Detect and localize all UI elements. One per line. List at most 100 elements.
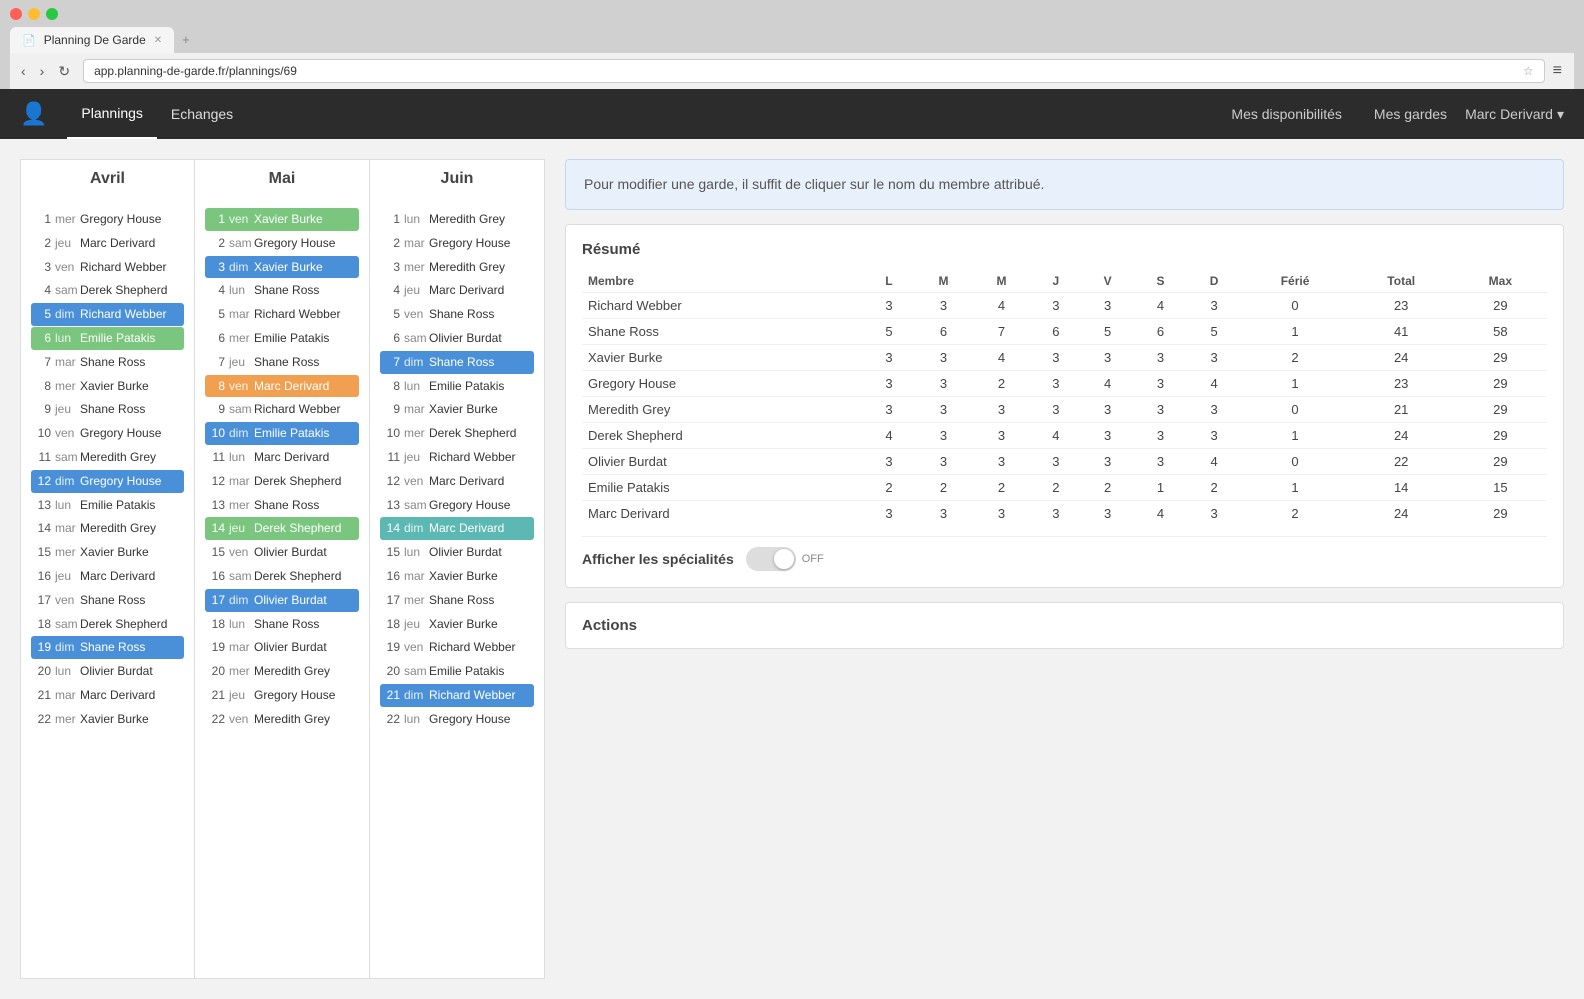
calendar-row[interactable]: 1 mer Gregory House — [31, 208, 184, 231]
calendar-row[interactable]: 5 mar Richard Webber — [205, 303, 359, 326]
calendar-row[interactable]: 7 mar Shane Ross — [31, 351, 184, 374]
table-row[interactable]: Xavier Burke 3 3 4 3 3 3 3 2 24 29 — [582, 345, 1547, 371]
calendar-row[interactable]: 20 sam Emilie Patakis — [380, 660, 534, 683]
calendar-row[interactable]: 19 mar Olivier Burdat — [205, 636, 359, 659]
calendar-row[interactable]: 21 dim Richard Webber — [380, 684, 534, 707]
calendar-row[interactable]: 17 dim Olivier Burdat — [205, 589, 359, 612]
calendar-row[interactable]: 13 sam Gregory House — [380, 494, 534, 517]
calendar-row[interactable]: 8 mer Xavier Burke — [31, 375, 184, 398]
close-button[interactable] — [10, 8, 22, 20]
calendar-row[interactable]: 5 ven Shane Ross — [380, 303, 534, 326]
calendar-row[interactable]: 6 sam Olivier Burdat — [380, 327, 534, 350]
calendar-row[interactable]: 14 jeu Derek Shepherd — [205, 517, 359, 540]
calendar-row[interactable]: 19 ven Richard Webber — [380, 636, 534, 659]
calendar-row[interactable]: 15 lun Olivier Burdat — [380, 541, 534, 564]
user-menu-dropdown[interactable]: Marc Derivard ▾ — [1465, 106, 1564, 123]
calendar-row[interactable]: 12 mar Derek Shepherd — [205, 470, 359, 493]
calendar-row[interactable]: 18 lun Shane Ross — [205, 613, 359, 636]
calendar-row[interactable]: 18 sam Derek Shepherd — [31, 613, 184, 636]
calendar-row[interactable]: 19 dim Shane Ross — [31, 636, 184, 659]
calendar-row[interactable]: 21 mar Marc Derivard — [31, 684, 184, 707]
bookmark-icon[interactable]: ☆ — [1523, 64, 1534, 78]
calendar-row[interactable]: 17 ven Shane Ross — [31, 589, 184, 612]
calendar-row[interactable]: 13 mer Shane Ross — [205, 494, 359, 517]
table-row[interactable]: Olivier Burdat 3 3 3 3 3 3 4 0 22 29 — [582, 449, 1547, 475]
calendar-row[interactable]: 18 jeu Xavier Burke — [380, 613, 534, 636]
reload-button[interactable]: ↻ — [53, 61, 75, 82]
calendar-row[interactable]: 7 dim Shane Ross — [380, 351, 534, 374]
calendar-row[interactable]: 16 sam Derek Shepherd — [205, 565, 359, 588]
table-row[interactable]: Derek Shepherd 4 3 3 4 3 3 3 1 24 29 — [582, 423, 1547, 449]
calendar-row[interactable]: 15 mer Xavier Burke — [31, 541, 184, 564]
calendar-row[interactable]: 6 mer Emilie Patakis — [205, 327, 359, 350]
cal-day-num: 12 — [382, 473, 400, 490]
calendar-row[interactable]: 8 lun Emilie Patakis — [380, 375, 534, 398]
calendar-row[interactable]: 9 sam Richard Webber — [205, 398, 359, 421]
cal-day-abbr: mer — [404, 259, 429, 276]
calendar-row[interactable]: 8 ven Marc Derivard — [205, 375, 359, 398]
calendar-row[interactable]: 2 mar Gregory House — [380, 232, 534, 255]
back-button[interactable]: ‹ — [16, 61, 31, 81]
calendar-row[interactable]: 2 sam Gregory House — [205, 232, 359, 255]
calendar-row[interactable]: 6 lun Emilie Patakis — [31, 327, 184, 350]
calendar-row[interactable]: 3 mer Meredith Grey — [380, 256, 534, 279]
calendar-row[interactable]: 1 lun Meredith Grey — [380, 208, 534, 231]
calendar-row[interactable]: 4 sam Derek Shepherd — [31, 279, 184, 302]
calendar-row[interactable]: 4 lun Shane Ross — [205, 279, 359, 302]
nav-plannings[interactable]: Plannings — [67, 89, 157, 139]
J-cell: 2 — [1031, 475, 1082, 501]
tab-close-button[interactable]: ✕ — [154, 35, 162, 46]
calendar-row[interactable]: 20 lun Olivier Burdat — [31, 660, 184, 683]
table-row[interactable]: Marc Derivard 3 3 3 3 3 4 3 2 24 29 — [582, 501, 1547, 527]
calendar-row[interactable]: 22 mer Xavier Burke — [31, 708, 184, 731]
calendar-row[interactable]: 21 jeu Gregory House — [205, 684, 359, 707]
calendar-row[interactable]: 5 dim Richard Webber — [31, 303, 184, 326]
calendar-row[interactable]: 9 jeu Shane Ross — [31, 398, 184, 421]
calendar-row[interactable]: 4 jeu Marc Derivard — [380, 279, 534, 302]
active-tab[interactable]: 📄 Planning De Garde ✕ — [10, 27, 174, 53]
calendar-row[interactable]: 11 jeu Richard Webber — [380, 446, 534, 469]
maximize-button[interactable] — [46, 8, 58, 20]
calendar-row[interactable]: 11 lun Marc Derivard — [205, 446, 359, 469]
url-input[interactable]: app.planning-de-garde.fr/plannings/69 ☆ — [83, 59, 1545, 83]
D-cell: 4 — [1187, 371, 1242, 397]
calendar-row[interactable]: 3 ven Richard Webber — [31, 256, 184, 279]
nav-mes-gardes[interactable]: Mes gardes — [1360, 90, 1461, 138]
minimize-button[interactable] — [28, 8, 40, 20]
calendar-row[interactable]: 17 mer Shane Ross — [380, 589, 534, 612]
nav-mes-dispo[interactable]: Mes disponibilités — [1217, 90, 1356, 138]
forward-button[interactable]: › — [35, 61, 50, 81]
calendar-row[interactable]: 10 dim Emilie Patakis — [205, 422, 359, 445]
calendar-row[interactable]: 13 lun Emilie Patakis — [31, 494, 184, 517]
calendar-row[interactable]: 7 jeu Shane Ross — [205, 351, 359, 374]
browser-menu-button[interactable]: ≡ — [1553, 62, 1562, 80]
table-row[interactable]: Meredith Grey 3 3 3 3 3 3 3 0 21 29 — [582, 397, 1547, 423]
calendar-row[interactable]: 14 mar Meredith Grey — [31, 517, 184, 540]
table-row[interactable]: Emilie Patakis 2 2 2 2 2 1 2 1 14 15 — [582, 475, 1547, 501]
url-text: app.planning-de-garde.fr/plannings/69 — [94, 64, 1517, 78]
specialites-toggle[interactable] — [746, 547, 796, 571]
calendar-row[interactable]: 16 jeu Marc Derivard — [31, 565, 184, 588]
cal-day-num: 14 — [207, 520, 225, 537]
calendar-row[interactable]: 1 ven Xavier Burke — [205, 208, 359, 231]
nav-echanges[interactable]: Echanges — [157, 90, 247, 138]
calendar-row[interactable]: 11 sam Meredith Grey — [31, 446, 184, 469]
calendar-row[interactable]: 10 mer Derek Shepherd — [380, 422, 534, 445]
calendar-row[interactable]: 22 lun Gregory House — [380, 708, 534, 731]
calendar-row[interactable]: 9 mar Xavier Burke — [380, 398, 534, 421]
calendar-row[interactable]: 3 dim Xavier Burke — [205, 256, 359, 279]
table-row[interactable]: Gregory House 3 3 2 3 4 3 4 1 23 29 — [582, 371, 1547, 397]
table-row[interactable]: Shane Ross 5 6 7 6 5 6 5 1 41 58 — [582, 319, 1547, 345]
calendar-row[interactable]: 10 ven Gregory House — [31, 422, 184, 445]
calendar-row[interactable]: 12 ven Marc Derivard — [380, 470, 534, 493]
calendar-row[interactable]: 22 ven Meredith Grey — [205, 708, 359, 731]
calendar-row[interactable]: 2 jeu Marc Derivard — [31, 232, 184, 255]
calendar-row[interactable]: 15 ven Olivier Burdat — [205, 541, 359, 564]
table-row[interactable]: Richard Webber 3 3 4 3 3 4 3 0 23 29 — [582, 293, 1547, 319]
calendar-row[interactable]: 12 dim Gregory House — [31, 470, 184, 493]
cal-day-abbr: mar — [229, 306, 254, 323]
new-tab-button[interactable]: + — [176, 26, 196, 53]
calendar-row[interactable]: 14 dim Marc Derivard — [380, 517, 534, 540]
calendar-row[interactable]: 16 mar Xavier Burke — [380, 565, 534, 588]
calendar-row[interactable]: 20 mer Meredith Grey — [205, 660, 359, 683]
